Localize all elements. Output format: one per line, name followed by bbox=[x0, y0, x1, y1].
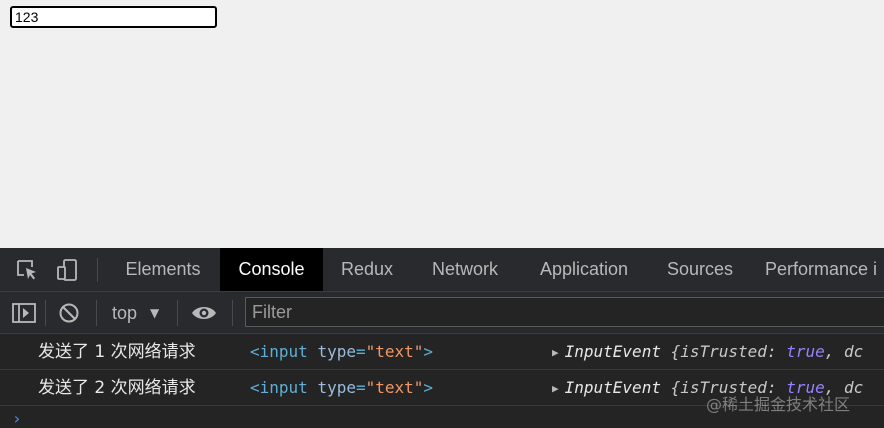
sidebar-toggle-icon[interactable] bbox=[11, 301, 37, 325]
logged-element[interactable]: <input type="text"> bbox=[250, 334, 433, 370]
toolbar-separator bbox=[96, 300, 97, 326]
object-type: InputEvent bbox=[564, 378, 661, 397]
web-page bbox=[0, 0, 884, 248]
object-value: true bbox=[786, 342, 825, 361]
filter-input[interactable]: Filter bbox=[245, 297, 884, 327]
context-selector[interactable]: top bbox=[112, 302, 137, 324]
log-text: 发送了 1 次网络请求 bbox=[38, 342, 196, 362]
toolbar-separator bbox=[232, 300, 233, 326]
devtools-tabbar: Elements Console Redux Network Applicati… bbox=[0, 248, 884, 292]
eye-icon[interactable] bbox=[191, 301, 217, 325]
object-colon: : bbox=[766, 342, 787, 361]
attribute-eq: = bbox=[355, 378, 366, 397]
tabbar-separator bbox=[97, 258, 98, 282]
inspect-element-icon[interactable] bbox=[14, 258, 40, 282]
object-rest: , dc bbox=[824, 342, 864, 361]
attribute-value: "text" bbox=[365, 342, 424, 361]
attribute-eq: = bbox=[355, 342, 366, 361]
text-input[interactable] bbox=[10, 6, 217, 28]
element-tag-close: > bbox=[423, 378, 434, 397]
expand-triangle-icon[interactable]: ▶ bbox=[552, 371, 559, 407]
tab-elements[interactable]: Elements bbox=[112, 248, 214, 291]
tab-console[interactable]: Console bbox=[220, 248, 323, 291]
prompt-chevron-icon[interactable]: › bbox=[12, 410, 22, 428]
expand-triangle-icon[interactable]: ▶ bbox=[552, 335, 559, 371]
tab-performance[interactable]: Performance i bbox=[765, 248, 884, 291]
tab-redux[interactable]: Redux bbox=[328, 248, 406, 291]
object-brace: { bbox=[670, 342, 681, 361]
tab-application[interactable]: Application bbox=[524, 248, 644, 291]
object-type: InputEvent bbox=[564, 342, 661, 361]
element-tag-open: <input bbox=[250, 342, 308, 361]
toolbar-separator bbox=[177, 300, 178, 326]
dropdown-caret-icon[interactable]: ▼ bbox=[150, 302, 159, 324]
log-text: 发送了 2 次网络请求 bbox=[38, 378, 196, 398]
logged-object[interactable]: ▶ InputEvent {isTrusted: true, dc bbox=[552, 334, 863, 371]
watermark: @稀土掘金技术社区 bbox=[706, 395, 851, 414]
attribute-value: "text" bbox=[365, 378, 424, 397]
console-toolbar: top ▼ Filter bbox=[0, 292, 884, 334]
clear-console-icon[interactable] bbox=[56, 301, 82, 325]
attribute-name: type bbox=[317, 342, 356, 361]
object-key: isTrusted bbox=[680, 342, 767, 361]
element-tag-close: > bbox=[423, 342, 434, 361]
logged-element[interactable]: <input type="text"> bbox=[250, 370, 433, 406]
device-toolbar-icon[interactable] bbox=[54, 258, 80, 282]
tab-sources[interactable]: Sources bbox=[654, 248, 746, 291]
tab-network[interactable]: Network bbox=[414, 248, 516, 291]
attribute-name: type bbox=[317, 378, 356, 397]
console-message-row: 发送了 1 次网络请求 <input type="text"> ▶ InputEv… bbox=[0, 334, 884, 370]
toolbar-separator bbox=[45, 300, 46, 326]
element-tag-open: <input bbox=[250, 378, 308, 397]
object-brace: { bbox=[670, 378, 681, 397]
